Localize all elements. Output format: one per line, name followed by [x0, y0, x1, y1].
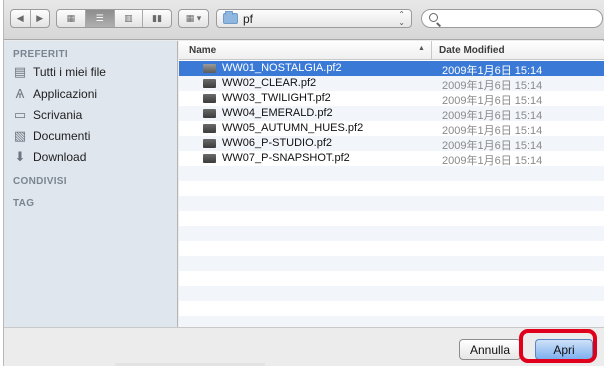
shared-heading: CONDIVISI: [13, 176, 67, 187]
empty-row: [179, 181, 604, 196]
toolbar: ◀ ▶ ▦ ☰ ▥ ▮▮ ▦ ▾ pf ⌃ ⌄: [4, 0, 604, 40]
sidebar-item-all-files[interactable]: ▤ Tutti i miei file: [13, 63, 106, 81]
back-forward-group: ◀ ▶: [10, 9, 50, 28]
file-name: WW06_P-STUDIO.pf2: [222, 137, 333, 149]
sidebar: PREFERITI ▤ Tutti i miei file Ѧ Applicaz…: [4, 41, 178, 327]
empty-row: [179, 211, 604, 226]
file-icon: [203, 154, 216, 163]
file-name: WW02_CLEAR.pf2: [222, 77, 317, 89]
folder-popup[interactable]: pf ⌃ ⌄: [216, 9, 412, 28]
column-divider[interactable]: [431, 41, 432, 60]
file-row[interactable]: WW02_CLEAR.pf2 2009年1月6日 15:14: [179, 76, 604, 92]
empty-row: [179, 166, 604, 181]
file-name: WW05_AUTUMN_HUES.pf2: [222, 122, 364, 134]
sort-ascending-icon: ▲: [418, 45, 425, 52]
download-icon: ⬇: [14, 149, 26, 164]
list-header: Name ▲ Date Modified: [179, 41, 604, 60]
file-list: Name ▲ Date Modified WW01_NOSTALGIA.pf2 …: [179, 41, 604, 327]
sidebar-item-documents[interactable]: ▧ Documenti: [13, 127, 91, 145]
column-view-icon[interactable]: ▥: [115, 10, 144, 27]
file-row[interactable]: WW03_TWILIGHT.pf2 2009年1月6日 15:14: [179, 91, 604, 107]
sidebar-item-label: Documenti: [33, 129, 91, 143]
file-row[interactable]: WW05_AUTUMN_HUES.pf2 2009年1月6日 15:14: [179, 121, 604, 137]
empty-row: [179, 241, 604, 256]
empty-row: [179, 301, 604, 316]
dialog-footer: Annulla Apri: [4, 327, 604, 366]
file-name: WW07_P-SNAPSHOT.pf2: [222, 152, 350, 164]
search-input[interactable]: [421, 9, 603, 28]
applications-icon: Ѧ: [15, 86, 25, 101]
file-row[interactable]: WW06_P-STUDIO.pf2 2009年1月6日 15:14: [179, 136, 604, 152]
open-button-highlight-ring: [519, 329, 597, 363]
icon-view-icon[interactable]: ▦: [57, 10, 86, 27]
forward-icon[interactable]: ▶: [31, 10, 50, 27]
file-row[interactable]: WW01_NOSTALGIA.pf2 2009年1月6日 15:14: [179, 61, 604, 77]
file-rows: WW01_NOSTALGIA.pf2 2009年1月6日 15:14 WW02_…: [179, 61, 604, 327]
file-icon: [203, 124, 216, 133]
empty-row: [179, 316, 604, 327]
folder-icon: [223, 11, 238, 24]
file-icon: [203, 94, 216, 103]
empty-row: [179, 286, 604, 301]
file-row[interactable]: WW04_EMERALD.pf2 2009年1月6日 15:14: [179, 106, 604, 122]
empty-row: [179, 196, 604, 211]
date-column-header[interactable]: Date Modified: [439, 45, 505, 56]
sidebar-item-label: Applicazioni: [33, 87, 98, 101]
sidebar-item-download[interactable]: ⬇ Download: [13, 148, 87, 166]
sidebar-item-applications[interactable]: Ѧ Applicazioni: [13, 85, 97, 103]
file-name: WW04_EMERALD.pf2: [222, 107, 333, 119]
empty-row: [179, 226, 604, 241]
file-icon: [203, 139, 216, 148]
sidebar-item-label: Tutti i miei file: [33, 65, 106, 79]
arrange-button[interactable]: ▦ ▾: [178, 9, 209, 28]
search-icon: [429, 13, 438, 22]
sidebar-item-label: Scrivania: [33, 108, 83, 122]
desktop-icon: ▭: [13, 107, 27, 122]
all-files-icon: ▤: [13, 64, 27, 79]
tags-heading: TAG: [13, 198, 35, 209]
file-icon: [203, 64, 216, 73]
file-name: WW01_NOSTALGIA.pf2: [222, 62, 342, 74]
file-icon: [203, 79, 216, 88]
sidebar-item-label: Download: [33, 150, 87, 164]
arrange-icon: ▦ ▾: [185, 13, 202, 23]
cancel-button[interactable]: Annulla: [459, 339, 521, 360]
name-column-header[interactable]: Name: [189, 45, 216, 56]
list-view-icon[interactable]: ☰: [85, 10, 115, 27]
empty-row: [179, 271, 604, 286]
current-folder-label: pf: [243, 11, 254, 26]
file-row[interactable]: WW07_P-SNAPSHOT.pf2 2009年1月6日 15:14: [179, 151, 604, 167]
sidebar-item-desktop[interactable]: ▭ Scrivania: [13, 106, 83, 124]
documents-icon: ▧: [13, 128, 27, 143]
empty-row: [179, 256, 604, 271]
view-mode-group: ▦ ☰ ▥ ▮▮: [56, 9, 172, 28]
open-file-dialog: ◀ ▶ ▦ ☰ ▥ ▮▮ ▦ ▾ pf ⌃ ⌄ PREFERITI ▤ Tutti…: [3, 0, 604, 366]
back-icon[interactable]: ◀: [11, 10, 31, 27]
favorites-heading: PREFERITI: [13, 49, 68, 60]
cover-flow-icon[interactable]: ▮▮: [143, 10, 171, 27]
file-icon: [203, 109, 216, 118]
file-name: WW03_TWILIGHT.pf2: [222, 92, 331, 104]
chevron-updown-icon: ⌃ ⌄: [398, 9, 405, 27]
